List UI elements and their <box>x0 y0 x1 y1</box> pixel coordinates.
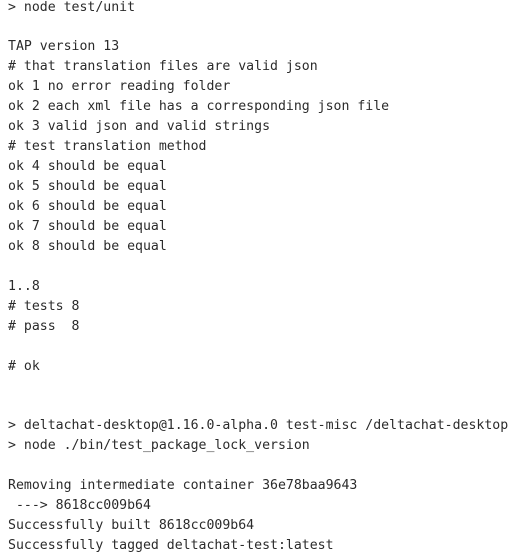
terminal-line: Successfully tagged deltachat-test:lates… <box>8 538 334 553</box>
terminal-line: ok 2 each xml file has a corresponding j… <box>8 99 390 114</box>
terminal-line: ok 3 valid json and valid strings <box>8 119 271 134</box>
terminal-line: 1..8 <box>8 279 40 294</box>
terminal-line: # pass 8 <box>8 319 80 334</box>
terminal-line: ok 6 should be equal <box>8 199 167 214</box>
terminal-line: # that translation files are valid json <box>8 59 318 74</box>
terminal-line: ok 1 no error reading folder <box>8 79 231 94</box>
terminal-line: # test translation method <box>8 139 207 154</box>
terminal-line: ok 8 should be equal <box>8 239 167 254</box>
terminal-line: Successfully built 8618cc009b64 <box>8 518 255 533</box>
terminal-line: ok 5 should be equal <box>8 179 167 194</box>
terminal-line: # ok <box>8 359 40 374</box>
terminal-line: > deltachat-desktop@1.16.0-alpha.0 test-… <box>8 418 509 433</box>
terminal-line: ok 7 should be equal <box>8 219 167 234</box>
terminal-output: > node test/unit TAP version 13 # that t… <box>8 0 522 559</box>
terminal-line: ok 4 should be equal <box>8 159 167 174</box>
terminal-line: Removing intermediate container 36e78baa… <box>8 478 358 493</box>
terminal-line: > node ./bin/test_package_lock_version <box>8 438 310 453</box>
terminal-line: > node test/unit <box>8 0 136 15</box>
terminal-line: TAP version 13 <box>8 39 120 54</box>
terminal-line: # tests 8 <box>8 299 80 314</box>
terminal-line: ---> 8618cc009b64 <box>8 498 151 513</box>
